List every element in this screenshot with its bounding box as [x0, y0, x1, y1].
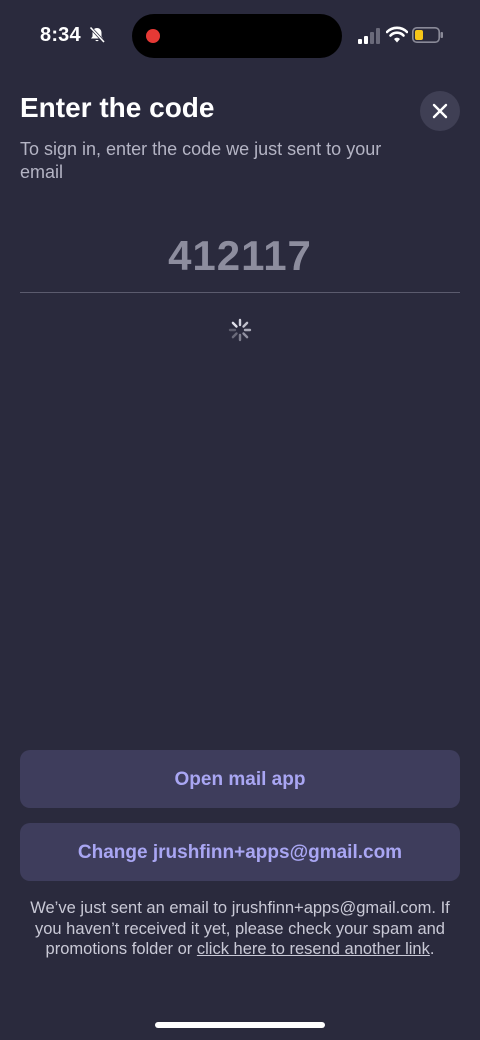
status-time: 8:34 — [40, 24, 81, 46]
spinner-icon — [228, 318, 252, 342]
close-button[interactable] — [420, 91, 460, 131]
wifi-icon — [385, 26, 409, 44]
resend-note: We’ve just sent an email to jrushfinn+ap… — [20, 898, 460, 960]
resend-link[interactable]: click here to resend another link — [197, 940, 430, 958]
code-value[interactable]: 412117 — [20, 228, 460, 284]
code-input-field[interactable]: 412117 — [20, 228, 460, 293]
battery-low-icon — [412, 27, 444, 43]
recording-dot-icon — [146, 29, 160, 43]
page-title: Enter the code — [20, 92, 215, 123]
bell-slash-icon — [88, 26, 106, 44]
cellular-signal-icon — [358, 28, 380, 44]
dynamic-island — [132, 14, 342, 58]
page-subtitle: To sign in, enter the code we just sent … — [20, 139, 382, 182]
change-email-button[interactable]: Change jrushfinn+apps@gmail.com — [20, 823, 460, 881]
status-bar: 8:34 — [0, 0, 480, 72]
open-mail-app-button[interactable]: Open mail app — [20, 750, 460, 808]
resend-note-end: . — [429, 940, 435, 958]
home-indicator[interactable] — [155, 1022, 325, 1028]
